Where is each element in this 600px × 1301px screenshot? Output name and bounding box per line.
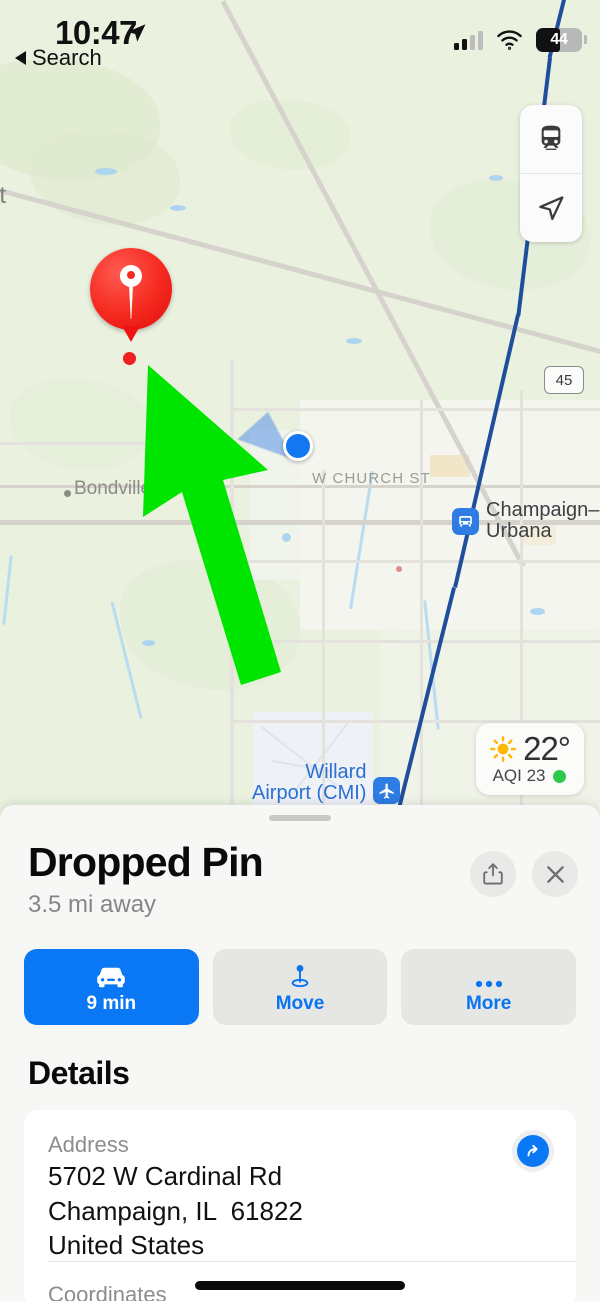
pond bbox=[95, 168, 117, 175]
details-section-title: Details bbox=[28, 1055, 130, 1092]
road-horizontal bbox=[0, 442, 230, 445]
poi-willard-airport[interactable]: Willard Airport (CMI) bbox=[252, 761, 401, 804]
poi-champaign-urbana[interactable]: Champaign– Urbana bbox=[452, 500, 599, 542]
map-terrain-patch bbox=[230, 100, 350, 170]
sun-icon bbox=[490, 736, 517, 762]
road-horizontal bbox=[230, 408, 600, 411]
directions-arrow-icon bbox=[517, 1135, 549, 1168]
home-indicator bbox=[195, 1281, 405, 1290]
pond bbox=[170, 205, 186, 211]
road-horizontal bbox=[230, 640, 600, 643]
train-icon bbox=[541, 125, 561, 150]
map-controls-stack[interactable] bbox=[520, 105, 582, 242]
dropped-pin-marker[interactable] bbox=[90, 248, 172, 365]
dropped-pin-balloon bbox=[90, 248, 172, 342]
poi-dot bbox=[396, 566, 402, 572]
battery-icon: 44 bbox=[536, 28, 587, 52]
highway-shield-45: 45 bbox=[544, 366, 584, 394]
page-title: Dropped Pin bbox=[28, 839, 264, 885]
action-buttons-row: 9 min Move More bbox=[0, 919, 600, 1026]
map-terrain-patch bbox=[10, 380, 150, 470]
address-line-2: Champaign, IL 61822 bbox=[48, 1195, 303, 1226]
close-icon bbox=[546, 865, 564, 883]
address-label: Address bbox=[48, 1132, 129, 1158]
chevron-left-icon bbox=[15, 51, 26, 65]
map-terrain-patch bbox=[30, 130, 180, 225]
weather-temperature: 22° bbox=[523, 730, 571, 767]
airport-icon bbox=[373, 777, 401, 804]
town-dot bbox=[64, 490, 71, 497]
pin-anchor-dot bbox=[123, 352, 136, 365]
move-pin-label: Move bbox=[275, 992, 325, 1014]
back-to-search-label: Search bbox=[32, 45, 102, 70]
locate-me-button[interactable] bbox=[520, 174, 582, 242]
share-button[interactable] bbox=[470, 851, 516, 897]
place-distance: 3.5 mi away bbox=[28, 891, 157, 919]
directions-time-label: 9 min bbox=[86, 992, 137, 1014]
bus-station-icon bbox=[452, 507, 479, 535]
poi-champaign-urbana-label: Champaign– Urbana bbox=[486, 499, 600, 542]
user-location-dot bbox=[283, 431, 313, 461]
pond bbox=[282, 533, 291, 542]
status-bar: 10:47 Search 44 bbox=[0, 0, 600, 72]
directions-button[interactable] bbox=[512, 1130, 554, 1173]
map-label-w-church-st: W CHURCH ST bbox=[312, 470, 431, 487]
map-label-bondville: Bondville bbox=[74, 478, 152, 499]
pond bbox=[346, 338, 362, 344]
wifi-icon bbox=[497, 30, 522, 50]
pond bbox=[530, 608, 545, 615]
navigation-arrow-icon bbox=[539, 196, 564, 221]
weather-aqi-row: AQI 23 bbox=[493, 766, 566, 786]
status-indicators: 44 bbox=[454, 28, 587, 52]
road-horizontal bbox=[230, 560, 600, 563]
road-vertical bbox=[420, 400, 423, 820]
place-info: Dropped Pin 3.5 mi away bbox=[28, 839, 264, 919]
back-to-search-link[interactable]: Search bbox=[14, 45, 102, 71]
map-canvas[interactable]: 45 et Bondville W CHURCH ST Champaign– U… bbox=[0, 0, 600, 820]
cellular-signal-icon bbox=[454, 30, 483, 50]
address-line-3: United States bbox=[48, 1230, 205, 1261]
move-pin-icon bbox=[287, 960, 313, 990]
coordinates-label: Coordinates bbox=[48, 1282, 167, 1301]
card-divider bbox=[48, 1261, 576, 1263]
more-button[interactable]: More bbox=[401, 949, 577, 1026]
pond bbox=[489, 175, 503, 181]
poi-willard-airport-label: Willard Airport (CMI) bbox=[252, 761, 367, 804]
directions-time-button[interactable]: 9 min bbox=[24, 949, 199, 1026]
place-card-sheet[interactable]: Dropped Pin 3.5 mi away 9 min Move More … bbox=[0, 805, 600, 1301]
share-icon bbox=[483, 863, 503, 885]
sheet-header: Dropped Pin 3.5 mi away bbox=[0, 821, 600, 919]
address-card[interactable]: Address 5702 W Cardinal Rd Champaign, IL… bbox=[24, 1110, 576, 1301]
address-line-1: 5702 W Cardinal Rd bbox=[48, 1161, 283, 1192]
more-label: More bbox=[465, 992, 512, 1014]
pushpin-icon bbox=[120, 265, 142, 287]
close-button[interactable] bbox=[532, 851, 578, 897]
car-icon bbox=[94, 960, 128, 990]
weather-aqi-label: AQI 23 bbox=[492, 766, 546, 785]
battery-percent: 44 bbox=[550, 31, 568, 48]
sheet-header-actions bbox=[470, 841, 578, 897]
location-arrow-icon bbox=[124, 21, 148, 50]
pond bbox=[142, 640, 155, 646]
move-pin-button[interactable]: Move bbox=[212, 949, 388, 1026]
highway-shield-number: 45 bbox=[555, 371, 573, 389]
aqi-status-dot bbox=[552, 769, 566, 783]
weather-widget[interactable]: 22° AQI 23 bbox=[476, 723, 584, 795]
weather-temp-row: 22° bbox=[488, 730, 571, 768]
transit-button[interactable] bbox=[520, 105, 582, 173]
map-label-truncated: et bbox=[0, 182, 7, 209]
ellipsis-icon bbox=[472, 960, 506, 990]
stream bbox=[2, 555, 13, 625]
